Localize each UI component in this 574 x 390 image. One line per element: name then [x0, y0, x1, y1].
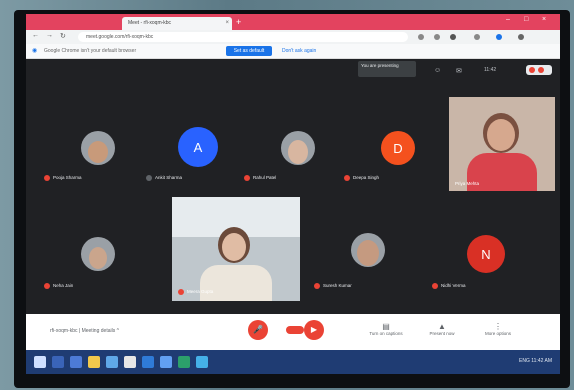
host-controls[interactable]: [526, 65, 552, 75]
windows-taskbar: ENG 11:42 AM: [26, 350, 560, 374]
participant-name: Pooja Sharma: [44, 175, 82, 181]
tab-title: Meet - rfi-xoqm-kbc: [128, 20, 172, 26]
edge-icon[interactable]: [106, 356, 118, 368]
active-video-tile[interactable]: Meera Gupta: [172, 197, 300, 301]
new-tab-button[interactable]: +: [236, 17, 241, 27]
profile-avatar[interactable]: [496, 34, 502, 40]
chat-icon[interactable]: ✉: [456, 67, 462, 75]
presenting-banner[interactable]: You are presenting: [358, 61, 416, 77]
search-icon[interactable]: [52, 356, 64, 368]
present-icon: ▲: [438, 322, 446, 331]
participant-name: Meera Gupta: [178, 289, 213, 295]
participant-name: Nidhi Verma: [432, 283, 466, 289]
reload-icon[interactable]: ↻: [60, 32, 66, 40]
person-shirt: [200, 265, 272, 301]
screen: Meet - rfi-xoqm-kbc × + – □ × ← → ↻ meet…: [26, 14, 560, 374]
file-explorer-icon[interactable]: [88, 356, 100, 368]
participant-name: Ankit Sharma: [146, 175, 182, 181]
taskview-icon[interactable]: [70, 356, 82, 368]
forward-icon[interactable]: →: [46, 32, 53, 39]
tab-close-icon[interactable]: ×: [225, 17, 229, 30]
mic-off-icon: [44, 283, 50, 289]
app-icon[interactable]: [196, 356, 208, 368]
browser-tab[interactable]: Meet - rfi-xoqm-kbc ×: [122, 17, 232, 30]
participant-name: Deepa Singh: [344, 175, 379, 181]
app-icon[interactable]: [160, 356, 172, 368]
meeting-details[interactable]: rfi-xoqm-kbc | Meeting details ^: [50, 328, 119, 334]
hang-up-button[interactable]: [286, 326, 304, 334]
participant-avatar: [351, 233, 385, 267]
set-default-button[interactable]: Set as default: [226, 46, 272, 56]
self-name: Priya Mehta: [455, 181, 480, 186]
mic-off-icon: [146, 175, 152, 181]
participant-avatar: [281, 131, 315, 165]
mic-toggle-button[interactable]: 🎤: [248, 320, 268, 340]
participant-name: Neha Jain: [44, 283, 73, 289]
camera-toggle-button[interactable]: ▶: [304, 320, 324, 340]
minimize-button[interactable]: –: [506, 16, 510, 23]
more-options-button[interactable]: ⋮ More options: [478, 322, 518, 336]
record-icon: [529, 67, 535, 73]
present-now-button[interactable]: ▲ Present now: [422, 322, 462, 336]
url-field[interactable]: meet.google.com/rfi-xoqm-kbc: [78, 32, 408, 42]
mic-off-icon: [178, 289, 184, 295]
default-browser-infobar: ◉ Google Chrome isn't your default brows…: [26, 44, 560, 59]
infobar-text: Google Chrome isn't your default browser: [44, 48, 137, 54]
participant-avatar: D: [381, 131, 415, 165]
participant-name: Rahul Patel: [244, 175, 276, 181]
mic-off-icon: [344, 175, 350, 181]
more-vert-icon: ⋮: [494, 322, 502, 331]
mic-off-icon: [432, 283, 438, 289]
participant-name: Suresh Kumar: [314, 283, 352, 289]
participant-tile[interactable]: Suresh Kumar: [308, 205, 428, 303]
chrome-icon: ◉: [32, 48, 38, 54]
clock-text: 11:42: [484, 67, 497, 73]
participant-tile[interactable]: N Nidhi Verma: [426, 205, 546, 303]
record-icon: [538, 67, 544, 73]
participant-avatar: A: [178, 127, 218, 167]
participant-tile[interactable]: D Deepa Singh: [338, 97, 458, 195]
captions-icon: ▤: [382, 322, 390, 331]
dont-ask-again-link[interactable]: Don't ask again: [282, 47, 316, 55]
self-video-tile[interactable]: Priya Mehta: [449, 97, 555, 191]
extension-icon[interactable]: [434, 34, 440, 40]
extension-icon[interactable]: [474, 34, 480, 40]
close-window-button[interactable]: ×: [542, 16, 546, 23]
mic-off-icon: [244, 175, 250, 181]
participant-avatar: [81, 131, 115, 165]
chrome-taskbar-icon[interactable]: [124, 356, 136, 368]
mic-off-icon: [44, 175, 50, 181]
captions-button[interactable]: ▤ Turn on captions: [366, 322, 406, 336]
excel-icon[interactable]: [178, 356, 190, 368]
meet-grid: You are presenting ☺ ✉ 11:42 Priya Mehta…: [26, 59, 560, 314]
person-face: [487, 119, 515, 151]
browser-tab-strip: Meet - rfi-xoqm-kbc × + – □ ×: [26, 14, 560, 30]
mic-off-icon: [314, 283, 320, 289]
bookmark-icon[interactable]: [450, 34, 456, 40]
address-bar: ← → ↻ meet.google.com/rfi-xoqm-kbc: [26, 30, 560, 44]
word-icon[interactable]: [142, 356, 154, 368]
people-icon[interactable]: ☺: [434, 67, 441, 74]
participant-tile[interactable]: Neha Jain: [38, 205, 158, 303]
system-tray[interactable]: ENG 11:42 AM: [519, 358, 552, 364]
menu-icon[interactable]: [518, 34, 524, 40]
extension-icon[interactable]: [418, 34, 424, 40]
maximize-button[interactable]: □: [524, 16, 528, 23]
participant-avatar: [81, 237, 115, 271]
participant-avatar: N: [467, 235, 505, 273]
person-face: [222, 233, 246, 261]
meet-control-bar: rfi-xoqm-kbc | Meeting details ^ 🎤 ▶ ▤ Tu…: [26, 314, 560, 350]
back-icon[interactable]: ←: [32, 32, 39, 39]
start-icon[interactable]: [34, 356, 46, 368]
